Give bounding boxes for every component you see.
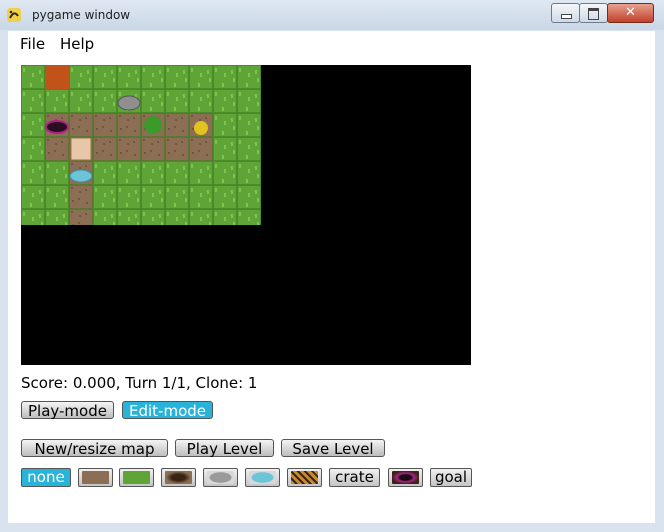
level-map[interactable] — [21, 65, 261, 225]
tool-none[interactable]: none — [21, 468, 71, 487]
tool-crate[interactable] — [287, 468, 322, 487]
play-mode-button[interactable]: Play-mode — [21, 401, 114, 420]
window-title: pygame window — [32, 8, 131, 22]
water-icon — [249, 471, 276, 484]
close-icon: ✕ — [625, 5, 636, 20]
tool-none-label: none — [27, 468, 65, 486]
tool-stone[interactable] — [203, 468, 238, 487]
edit-mode-button[interactable]: Edit-mode — [122, 401, 213, 420]
stone-icon — [207, 471, 234, 484]
game-canvas[interactable] — [21, 65, 471, 365]
crate-icon — [70, 137, 92, 161]
window-titlebar: pygame window ✕ — [0, 0, 664, 31]
close-button[interactable]: ✕ — [607, 3, 654, 23]
pit-icon — [165, 471, 192, 484]
new-resize-map-button[interactable]: New/resize map — [21, 439, 168, 458]
dirt-tile-icon — [82, 471, 109, 484]
water-icon — [69, 169, 93, 183]
maximize-icon — [588, 8, 599, 20]
flower-icon — [194, 121, 208, 135]
tool-water[interactable] — [245, 468, 280, 487]
red-tile — [45, 65, 69, 89]
tool-pit-goal[interactable] — [388, 468, 423, 487]
menu-file[interactable]: File — [20, 35, 45, 53]
pit-goal-icon — [392, 471, 419, 484]
score-status: Score: 0.000, Turn 1/1, Clone: 1 — [21, 374, 258, 392]
tool-dirt[interactable] — [78, 468, 113, 487]
bush-icon — [144, 116, 162, 134]
tool-goal[interactable]: goal — [430, 468, 472, 487]
pit-icon — [45, 120, 69, 134]
play-level-button[interactable]: Play Level — [175, 439, 274, 458]
tool-goal-label: goal — [434, 468, 468, 486]
pygame-snake-icon — [7, 8, 21, 22]
crate-hatch-icon — [291, 471, 318, 484]
minimize-button[interactable] — [551, 3, 580, 23]
menu-help[interactable]: Help — [60, 35, 94, 53]
save-level-button[interactable]: Save Level — [281, 439, 385, 458]
tool-pit[interactable] — [161, 468, 196, 487]
stone-icon — [117, 95, 141, 111]
tool-crate-label: crate — [335, 468, 374, 486]
grass-tile-icon — [123, 471, 150, 484]
tool-crate-text[interactable]: crate — [329, 468, 380, 487]
tool-grass[interactable] — [119, 468, 154, 487]
maximize-button[interactable] — [579, 3, 608, 23]
minimize-icon — [561, 14, 572, 19]
